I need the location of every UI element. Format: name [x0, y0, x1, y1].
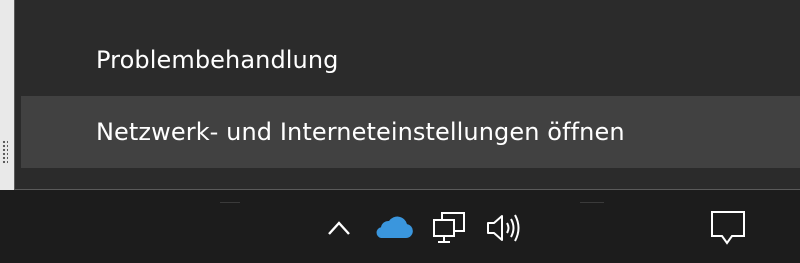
network-wired-icon[interactable] — [428, 208, 470, 248]
taskbar-divider — [220, 202, 240, 203]
taskbar — [0, 190, 800, 263]
taskbar-divider — [580, 202, 604, 203]
onedrive-cloud-icon[interactable] — [372, 208, 416, 248]
speaker-volume-icon[interactable] — [482, 208, 526, 248]
menu-item-label: Netzwerk- und Interneteinstellungen öffn… — [96, 118, 625, 146]
background-window-mark — [2, 140, 8, 164]
menu-item-label: Problembehandlung — [96, 46, 339, 74]
menu-item-problembehandlung[interactable]: Problembehandlung — [21, 24, 800, 96]
menu-item-netzwerkeinstellungen[interactable]: Netzwerk- und Interneteinstellungen öffn… — [21, 96, 800, 168]
background-window-edge — [0, 0, 14, 190]
action-center-notification-icon[interactable] — [706, 208, 750, 248]
network-context-menu: Problembehandlung Netzwerk- und Internet… — [14, 0, 800, 190]
chevron-up-icon[interactable] — [322, 208, 356, 248]
